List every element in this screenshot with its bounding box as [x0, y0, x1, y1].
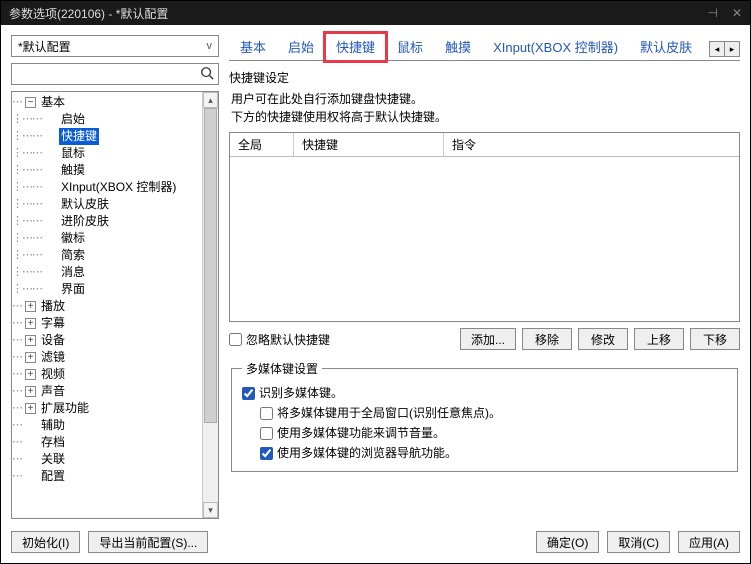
tree-node-config[interactable]: ⋯配置 — [12, 468, 202, 485]
tab-touch[interactable]: 触摸 — [434, 33, 482, 61]
ok-button[interactable]: 确定(O) — [536, 531, 599, 553]
tree-node-subtitle[interactable]: ⋯+字幕 — [12, 315, 202, 332]
init-button[interactable]: 初始化(I) — [11, 531, 80, 553]
tab-skin[interactable]: 默认皮肤 — [629, 33, 703, 61]
cancel-button[interactable]: 取消(C) — [607, 531, 670, 553]
ignore-default-checkbox[interactable]: 忽略默认快捷键 — [229, 331, 330, 348]
move-up-button[interactable]: 上移 — [634, 328, 684, 350]
tree-node-archive[interactable]: ⋯存档 — [12, 434, 202, 451]
tree-node-audio[interactable]: ⋯+声音 — [12, 383, 202, 400]
mm-browser-checkbox[interactable]: 使用多媒体键的浏览器导航功能。 — [260, 443, 727, 463]
tree-item[interactable]: ⋮⋯⋯启始 — [12, 111, 202, 128]
apply-button[interactable]: 应用(A) — [678, 531, 740, 553]
th-command[interactable]: 指令 — [444, 133, 739, 156]
tree-node-assist[interactable]: ⋯辅助 — [12, 417, 202, 434]
hint-text: 用户可在此处自行添加键盘快捷键。 下方的快捷键使用权将高于默认快捷键。 — [229, 90, 740, 126]
tab-basic[interactable]: 基本 — [229, 33, 277, 61]
modify-button[interactable]: 修改 — [578, 328, 628, 350]
tree-item[interactable]: ⋮⋯⋯鼠标 — [12, 145, 202, 162]
tree-node-playback[interactable]: ⋯+播放 — [12, 298, 202, 315]
scroll-down-icon[interactable]: ▾ — [203, 502, 218, 518]
multimedia-legend: 多媒体键设置 — [242, 360, 322, 377]
tree-item[interactable]: ⋮⋯⋯进阶皮肤 — [12, 213, 202, 230]
tab-xinput[interactable]: XInput(XBOX 控制器) — [482, 33, 629, 61]
tree-node-assoc[interactable]: ⋯关联 — [12, 451, 202, 468]
remove-button[interactable]: 移除 — [522, 328, 572, 350]
pin-icon[interactable]: ⊣ — [707, 6, 717, 20]
tree-item[interactable]: ⋮⋯⋯徽标 — [12, 230, 202, 247]
search-icon — [196, 66, 218, 83]
move-down-button[interactable]: 下移 — [690, 328, 740, 350]
tree-item[interactable]: ⋮⋯⋯触摸 — [12, 162, 202, 179]
tree-item[interactable]: ⋮⋯⋯默认皮肤 — [12, 196, 202, 213]
tree-item[interactable]: ⋮⋯⋯XInput(XBOX 控制器) — [12, 179, 202, 196]
mm-recognize-checkbox[interactable]: 识别多媒体键。 — [242, 383, 727, 403]
tab-start[interactable]: 启始 — [277, 33, 325, 61]
shortcut-table[interactable]: 全局 快捷键 指令 — [229, 132, 740, 322]
th-global[interactable]: 全局 — [230, 133, 294, 156]
titlebar: 参数选项(220106) - *默认配置 ⊣ ✕ — [1, 1, 750, 25]
tab-scroll-right-icon[interactable]: ▸ — [724, 41, 740, 57]
tree-node-device[interactable]: ⋯+设备 — [12, 332, 202, 349]
search-input-wrapper[interactable] — [11, 63, 219, 85]
tab-row: 基本 启始 快捷键 鼠标 触摸 XInput(XBOX 控制器) 默认皮肤 进 … — [229, 35, 740, 61]
tree-node-filter[interactable]: ⋯+滤镜 — [12, 349, 202, 366]
profile-combo[interactable]: *默认配置 v — [11, 35, 219, 57]
search-input[interactable] — [12, 67, 196, 81]
scroll-up-icon[interactable]: ▴ — [203, 92, 218, 108]
category-tree[interactable]: ⋯−基本 ⋮⋯⋯启始 ⋮⋯⋯快捷键 ⋮⋯⋯鼠标 ⋮⋯⋯触摸 ⋮⋯⋯XInput(… — [12, 92, 202, 518]
mm-global-checkbox[interactable]: 将多媒体键用于全局窗口(识别任意焦点)。 — [260, 403, 727, 423]
scroll-thumb[interactable] — [204, 108, 217, 423]
section-shortcut-title: 快捷键设定 — [229, 69, 740, 86]
tree-item[interactable]: ⋮⋯⋯界面 — [12, 281, 202, 298]
add-button[interactable]: 添加... — [460, 328, 516, 350]
table-header: 全局 快捷键 指令 — [230, 133, 739, 157]
chevron-down-icon: v — [207, 40, 213, 52]
profile-combo-value: *默认配置 — [18, 38, 71, 55]
th-shortcut[interactable]: 快捷键 — [294, 133, 444, 156]
mm-volume-checkbox[interactable]: 使用多媒体键功能来调节音量。 — [260, 423, 727, 443]
tree-node-video[interactable]: ⋯+视频 — [12, 366, 202, 383]
tree-node-ext[interactable]: ⋯+扩展功能 — [12, 400, 202, 417]
tab-shortcut[interactable]: 快捷键 — [325, 33, 386, 61]
tree-node-basic[interactable]: ⋯−基本 — [12, 94, 202, 111]
tree-item[interactable]: ⋮⋯⋯消息 — [12, 264, 202, 281]
tab-mouse[interactable]: 鼠标 — [386, 33, 434, 61]
tree-item[interactable]: ⋮⋯⋯简索 — [12, 247, 202, 264]
tree-scrollbar[interactable]: ▴ ▾ — [202, 92, 218, 518]
export-button[interactable]: 导出当前配置(S)... — [88, 531, 208, 553]
tab-scroll-left-icon[interactable]: ◂ — [709, 41, 725, 57]
close-icon[interactable]: ✕ — [732, 6, 742, 20]
window-title: 参数选项(220106) - *默认配置 — [9, 5, 168, 22]
multimedia-fieldset: 多媒体键设置 识别多媒体键。 将多媒体键用于全局窗口(识别任意焦点)。 使用多媒… — [231, 360, 738, 472]
dialog-footer: 初始化(I) 导出当前配置(S)... 确定(O) 取消(C) 应用(A) — [1, 523, 750, 563]
tree-item-selected[interactable]: ⋮⋯⋯快捷键 — [12, 128, 202, 145]
